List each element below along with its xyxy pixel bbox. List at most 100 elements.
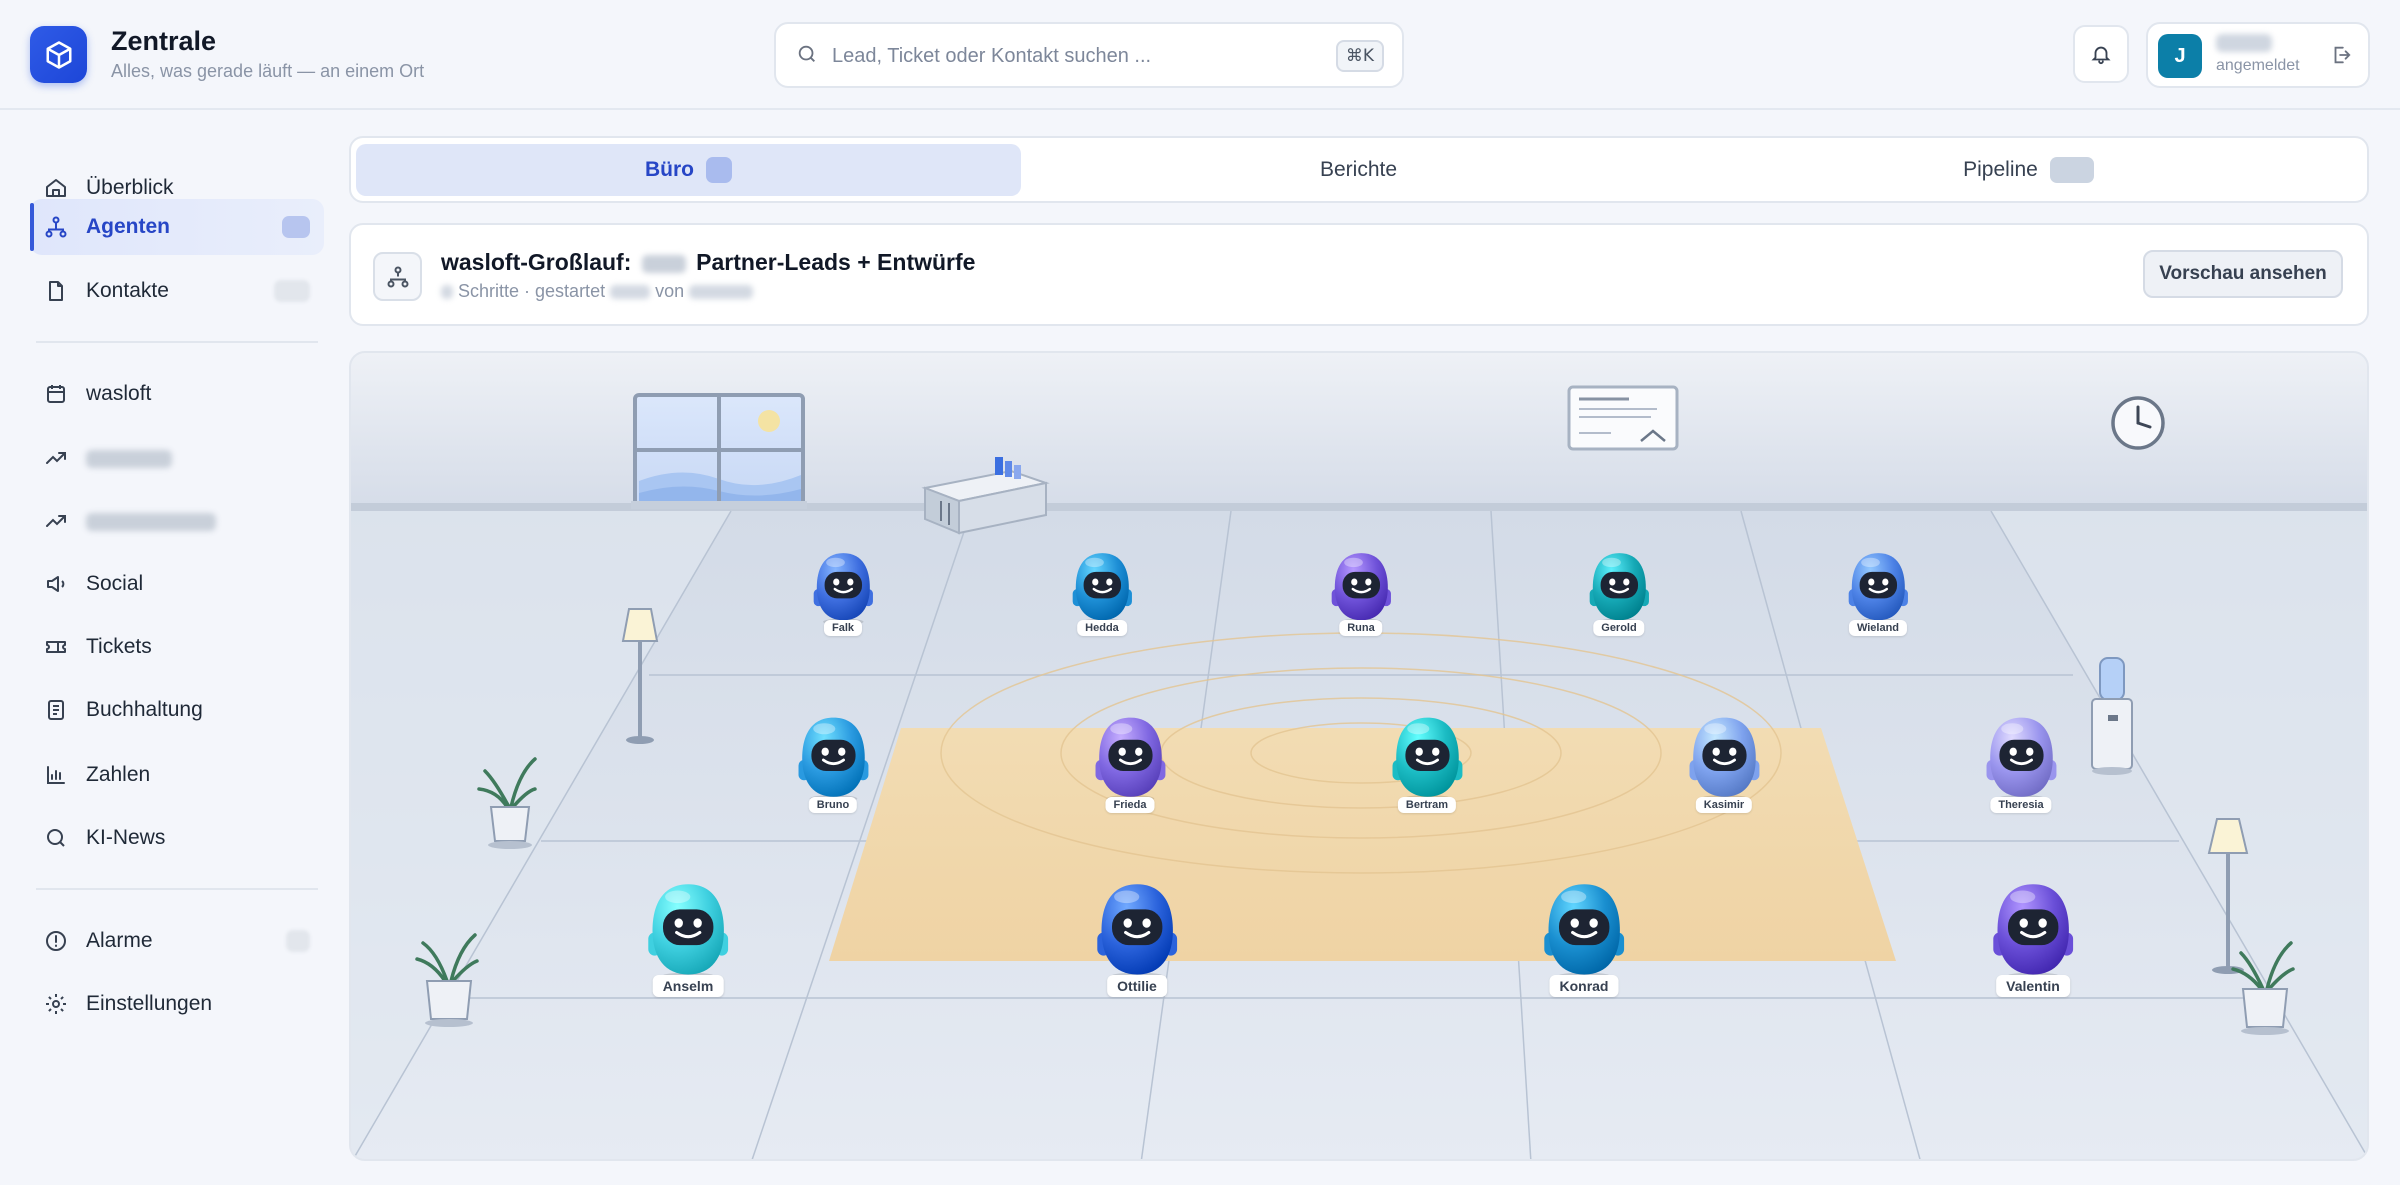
run-title-prefix: wasloft-Großlauf:	[441, 249, 632, 275]
office-scene: Falk Hedda Runa Gerold Wieland Bruno Frieda Ber…	[349, 351, 2369, 1161]
search-shortcut: ⌘K	[1335, 40, 1384, 72]
agent-name-label: Runa	[1339, 620, 1383, 637]
preview-button[interactable]: Vorschau ansehen	[2143, 250, 2343, 298]
tab-label: Berichte	[1319, 158, 1398, 181]
sidebar-item-wasloft[interactable]: wasloft	[30, 366, 324, 422]
agent-name-label: Bruno	[808, 797, 858, 814]
search-icon	[47, 829, 65, 847]
contact-count-badge	[274, 280, 310, 302]
agent-name-label: Valentin	[1996, 974, 2070, 997]
sidebar-item-label: Überblick	[86, 176, 174, 199]
sidebar-item-ki-news[interactable]: KI-News	[30, 810, 324, 866]
sidebar-item-tickets[interactable]: Tickets	[30, 619, 324, 675]
sidebar-item-einstellungen[interactable]: Einstellungen	[30, 976, 324, 1032]
workflow-icon	[373, 252, 422, 301]
app-logo-icon[interactable]	[30, 26, 87, 83]
agent-robot[interactable]: Gerold	[1585, 550, 1654, 637]
trending-icon	[46, 452, 66, 464]
agent-name-label: Bertram	[1397, 797, 1457, 814]
sidebar-item-alarme[interactable]: Alarme	[30, 913, 324, 969]
agent-robot[interactable]: Theresia	[1981, 714, 2062, 815]
agent-robot[interactable]: Bruno	[793, 714, 874, 815]
start-time-redacted	[610, 285, 651, 300]
search-placeholder: Lead, Ticket oder Kontakt suchen ...	[832, 45, 1152, 67]
receipt-icon	[48, 700, 64, 720]
agent-robot[interactable]: Frieda	[1090, 714, 1171, 815]
active-run-card: wasloft-Großlauf: Partner-Leads + Entwür…	[349, 223, 2369, 326]
agent-robot[interactable]: Ottilie	[1091, 880, 1183, 997]
user-menu[interactable]: J angemeldet	[2146, 22, 2370, 88]
window-decoration	[631, 393, 807, 509]
agent-robot[interactable]: Kasimir	[1684, 714, 1765, 815]
tab-label: Büro	[645, 158, 694, 181]
sidebar-item-kontakte[interactable]: Kontakte	[30, 263, 324, 319]
step-count-redacted	[441, 285, 453, 300]
agent-name-label: Hedda	[1077, 620, 1127, 637]
ticket-icon	[46, 641, 66, 653]
search-icon	[796, 43, 818, 70]
sidebar-item-buchhaltung[interactable]: Buchhaltung	[30, 682, 324, 738]
search-input[interactable]: Lead, Ticket oder Kontakt suchen ... ⌘K	[774, 22, 1404, 88]
agent-name-label: Anselm	[652, 974, 724, 997]
robot-icon	[1848, 553, 1908, 625]
run-title: wasloft-Großlauf: Partner-Leads + Entwür…	[441, 249, 975, 276]
network-icon	[45, 216, 67, 238]
run-owner-redacted	[689, 285, 754, 300]
robot-icon	[1095, 718, 1165, 803]
sidebar: Überblick Agenten Kontakte wasloft Socia…	[0, 112, 340, 1185]
sidebar-item-label-redacted	[86, 513, 216, 531]
agent-robot[interactable]: Hedda	[1068, 550, 1137, 637]
sidebar-item-label: Kontakte	[86, 279, 169, 302]
logout-icon[interactable]	[2330, 44, 2352, 71]
sidebar-item-label: wasloft	[86, 382, 152, 405]
robot-icon	[1589, 553, 1649, 625]
agent-robot[interactable]: Falk	[809, 550, 878, 637]
robot-icon	[1097, 884, 1177, 982]
robot-icon	[1072, 553, 1132, 625]
agent-robot[interactable]: Anselm	[642, 880, 734, 997]
gear-icon	[46, 994, 66, 1014]
sidebar-item-zahlen[interactable]: Zahlen	[30, 747, 324, 803]
sidebar-divider	[36, 341, 318, 343]
sidebar-item-redacted-2[interactable]	[30, 493, 324, 549]
trending-icon	[46, 515, 66, 527]
agent-robot[interactable]: Valentin	[1987, 880, 2079, 997]
tab-badge	[706, 157, 732, 183]
agent-robot[interactable]: Wieland	[1844, 550, 1913, 637]
sidebar-item-redacted-1[interactable]	[30, 430, 324, 486]
robot-icon	[1544, 884, 1624, 982]
run-meta-steps: Schritte · gestartet	[458, 281, 606, 301]
agent-robot[interactable]: Bertram	[1387, 714, 1468, 815]
agent-name-label: Theresia	[1990, 797, 2052, 814]
sidebar-item-label: Tickets	[86, 635, 152, 658]
agent-robot[interactable]: Konrad	[1538, 880, 1630, 997]
user-status: angemeldet	[2216, 57, 2300, 74]
megaphone-icon	[47, 576, 65, 592]
sidebar-item-label: Einstellungen	[86, 992, 213, 1015]
tab-berichte[interactable]: Berichte	[1026, 144, 1691, 196]
agent-name-label: Konrad	[1549, 974, 1619, 997]
app-title: Zentrale	[111, 26, 217, 56]
sidebar-divider	[36, 888, 318, 890]
notifications-button[interactable]	[2073, 25, 2129, 83]
office-background	[351, 353, 2367, 1159]
agent-name-label: Falk	[823, 620, 862, 637]
robot-icon	[648, 884, 728, 982]
agent-name-label: Gerold	[1593, 620, 1645, 637]
sidebar-item-agenten[interactable]: Agenten	[30, 199, 324, 255]
robot-icon	[798, 718, 868, 803]
agent-name-label: Kasimir	[1695, 797, 1753, 814]
avatar: J	[2158, 34, 2202, 78]
run-count-redacted	[641, 254, 686, 273]
agent-name-label: Wieland	[1848, 620, 1908, 637]
sidebar-item-label-redacted	[86, 450, 172, 468]
bar-chart-icon	[47, 766, 65, 784]
agent-name-label: Frieda	[1105, 797, 1155, 814]
alarm-count-badge	[286, 930, 310, 952]
tab-pipeline[interactable]: Pipeline	[1696, 144, 2361, 196]
sidebar-item-social[interactable]: Social	[30, 556, 324, 612]
whiteboard-decoration	[1567, 385, 1679, 451]
sidebar-item-label: Buchhaltung	[86, 698, 203, 721]
agent-robot[interactable]: Runa	[1327, 550, 1396, 637]
tab-buero[interactable]: Büro	[356, 144, 1021, 196]
